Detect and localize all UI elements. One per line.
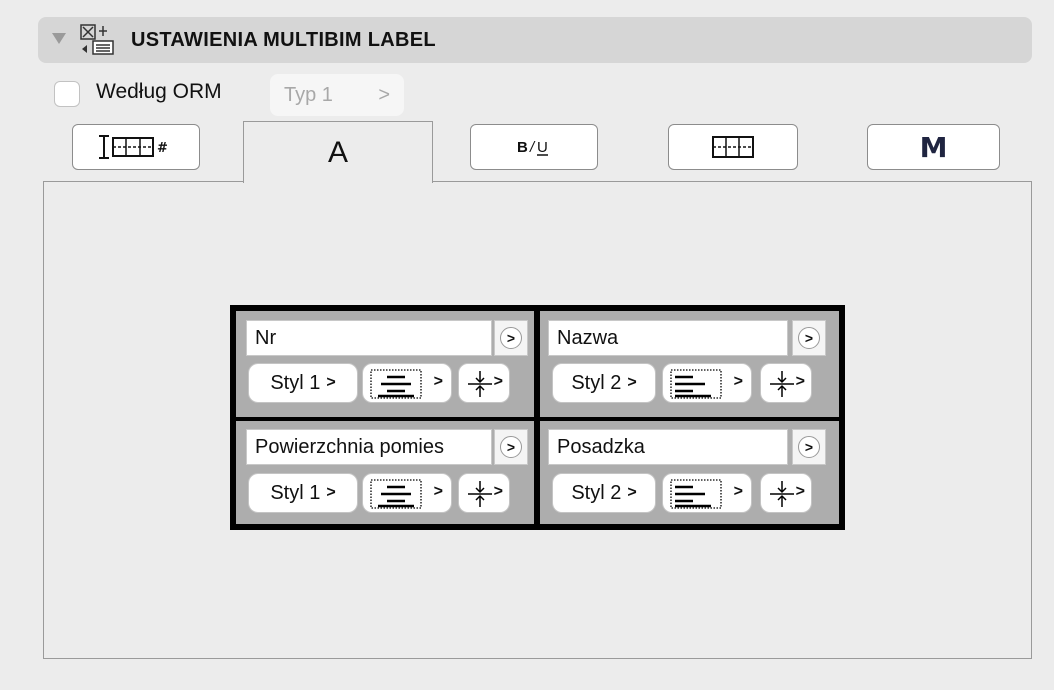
tab-m-label: M [919, 130, 948, 164]
vertical-align-icon [468, 481, 492, 507]
type-value: Typ 1 [284, 84, 333, 106]
type-dropdown[interactable]: Typ 1 > [270, 74, 404, 116]
field-select-button[interactable]: > [792, 429, 826, 465]
table-grid-icon [712, 136, 754, 158]
field-name-input[interactable]: Posadzka [548, 429, 788, 465]
chevron-right-icon: > [627, 374, 637, 391]
field-name-input[interactable]: Powierzchnia pomies [246, 429, 492, 465]
chevron-right-icon: > [433, 373, 443, 390]
field-name-input[interactable]: Nazwa [548, 320, 788, 356]
tab-format[interactable]: B / U [470, 124, 598, 170]
field-select-button[interactable]: > [792, 320, 826, 356]
text-align-dropdown[interactable]: > [362, 363, 452, 403]
chevron-right-icon: > [433, 483, 443, 500]
vertical-align-dropdown[interactable]: > [458, 473, 510, 513]
section-header[interactable]: USTAWIENIA MULTIBIM LABEL [38, 17, 1032, 63]
text-align-dropdown[interactable]: > [662, 473, 752, 513]
chevron-right-icon: > [493, 373, 503, 390]
chevron-right-icon: > [493, 483, 503, 500]
tab-text[interactable]: A [243, 121, 433, 183]
chevron-right-icon: > [733, 373, 743, 390]
grid-cell: Nr > Styl 1 > > > [236, 311, 534, 417]
grid-cell: Powierzchnia pomies > Styl 1 > > > [236, 421, 534, 524]
by-orm-label: Według ORM [96, 80, 222, 103]
align-left-icon [670, 479, 722, 509]
grid-cell: Nazwa > Styl 2 > > > [540, 311, 839, 417]
style-dropdown[interactable]: Styl 2 > [552, 363, 656, 403]
collapse-triangle-icon[interactable] [52, 33, 66, 44]
chevron-right-icon: > [627, 484, 637, 501]
chevron-right-icon: > [798, 436, 820, 458]
bold-italic-underline-icon: B / U [517, 139, 548, 156]
label-layout-grid: Nr > Styl 1 > > > Nazwa > Styl 2 > > > P… [230, 305, 845, 530]
text-align-dropdown[interactable]: > [662, 363, 752, 403]
tab-text-label: A [327, 136, 348, 169]
svg-text:U: U [537, 139, 548, 156]
align-center-icon [370, 369, 422, 399]
vertical-align-dropdown[interactable]: > [458, 363, 510, 403]
chevron-right-icon: > [733, 483, 743, 500]
vertical-align-dropdown[interactable]: > [760, 473, 812, 513]
tab-columns[interactable]: # [72, 124, 200, 170]
align-center-icon [370, 479, 422, 509]
chevron-right-icon: > [378, 84, 390, 106]
chevron-right-icon: > [326, 374, 336, 391]
multibim-label-icon [80, 24, 114, 55]
svg-text:#: # [157, 141, 168, 156]
columns-table-icon: # [99, 135, 168, 159]
chevron-right-icon: > [500, 436, 522, 458]
section-title: USTAWIENIA MULTIBIM LABEL [131, 29, 436, 51]
vertical-align-icon [468, 371, 492, 397]
chevron-right-icon: > [795, 483, 805, 500]
svg-text:/: / [529, 139, 536, 156]
vertical-align-icon [770, 481, 794, 507]
vertical-align-icon [770, 371, 794, 397]
chevron-right-icon: > [798, 327, 820, 349]
align-left-icon [670, 369, 722, 399]
chevron-right-icon: > [326, 484, 336, 501]
text-align-dropdown[interactable]: > [362, 473, 452, 513]
field-name-input[interactable]: Nr [246, 320, 492, 356]
style-dropdown[interactable]: Styl 1 > [248, 473, 358, 513]
field-select-button[interactable]: > [494, 429, 528, 465]
grid-cell: Posadzka > Styl 2 > > > [540, 421, 839, 524]
vertical-align-dropdown[interactable]: > [760, 363, 812, 403]
field-select-button[interactable]: > [494, 320, 528, 356]
tab-m[interactable]: M [867, 124, 1000, 170]
chevron-right-icon: > [500, 327, 522, 349]
style-dropdown[interactable]: Styl 2 > [552, 473, 656, 513]
svg-text:B: B [517, 139, 528, 156]
style-dropdown[interactable]: Styl 1 > [248, 363, 358, 403]
chevron-right-icon: > [795, 373, 805, 390]
tab-table[interactable] [668, 124, 798, 170]
by-orm-checkbox[interactable] [54, 81, 80, 107]
